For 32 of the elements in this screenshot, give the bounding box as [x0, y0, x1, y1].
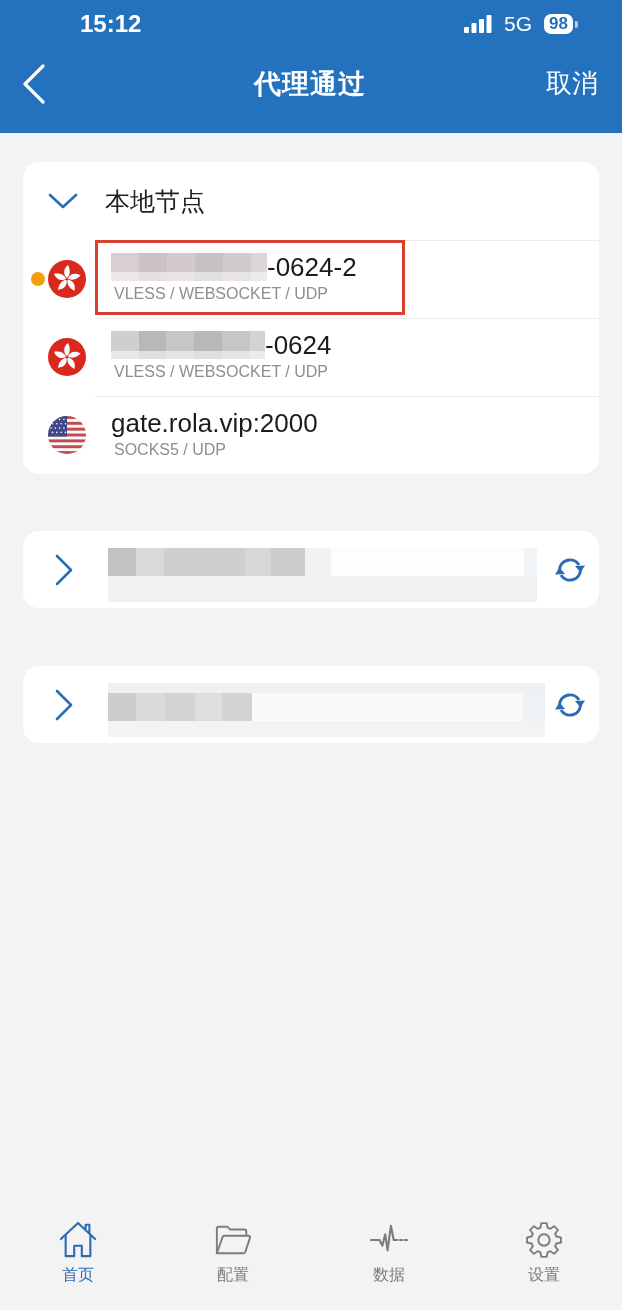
- group-title: 本地节点: [105, 185, 205, 217]
- tab-bar-item[interactable]: 首页: [58, 1221, 97, 1284]
- node-protocol: VLESS / WEBSOCKET / UDP: [113, 363, 329, 381]
- node-name: -0624-2: [267, 251, 357, 283]
- network-label: 5G: [504, 12, 533, 36]
- us-flag-icon: [48, 416, 86, 454]
- node-row[interactable]: -0624 VLESS / WEBSOCKET / UDP: [23, 318, 599, 396]
- nav-title: 代理通过: [254, 67, 366, 101]
- tab-bar-item[interactable]: 配置: [214, 1221, 253, 1284]
- status-time: 15:12: [80, 10, 142, 38]
- hong-kong-flag-icon: [48, 260, 86, 298]
- refresh-icon[interactable]: [553, 555, 587, 584]
- back-button[interactable]: [22, 63, 46, 104]
- hong-kong-flag-icon: [48, 338, 86, 376]
- refresh-icon[interactable]: [553, 690, 587, 719]
- node-protocol: SOCKS5 / UDP: [113, 441, 228, 459]
- home-icon: [58, 1221, 97, 1259]
- chevron-right-icon[interactable]: [55, 553, 73, 586]
- gear-icon: [525, 1221, 564, 1259]
- node-name: gate.rola.vip:2000: [111, 407, 318, 439]
- node-name: -0624: [265, 329, 332, 361]
- tab-bar-item[interactable]: 设置: [525, 1221, 564, 1284]
- tab-bar-item[interactable]: 数据: [369, 1221, 408, 1284]
- battery-indicator: 98: [544, 14, 578, 34]
- node-row[interactable]: gate.rola.vip:2000 SOCKS5 / UDP: [23, 396, 599, 474]
- cancel-button[interactable]: 取消: [546, 66, 598, 101]
- node-protocol: VLESS / WEBSOCKET / UDP: [113, 285, 329, 303]
- node-row[interactable]: -0624-2 VLESS / WEBSOCKET / UDP: [23, 240, 599, 318]
- signal-icon: [464, 15, 493, 33]
- chevron-right-icon[interactable]: [55, 688, 73, 721]
- chevron-down-icon[interactable]: [48, 193, 78, 209]
- chevron-left-icon: [22, 63, 46, 104]
